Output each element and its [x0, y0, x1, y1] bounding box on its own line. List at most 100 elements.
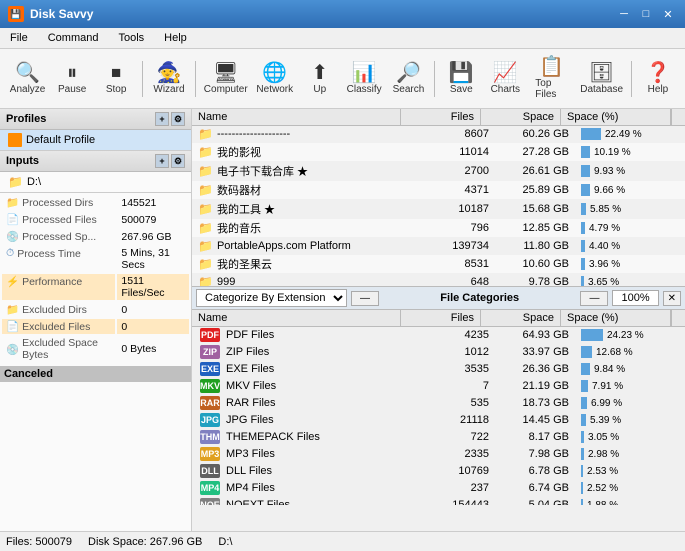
cat-label: DLL Files: [226, 465, 272, 477]
col-header-space[interactable]: Space: [481, 109, 561, 125]
status-row-exspace: 💿 Excluded Space Bytes 0 Bytes: [2, 336, 189, 362]
cat-col-pct[interactable]: Space (%): [561, 310, 671, 326]
cat-row[interactable]: MP4 MP4 Files 237 6.74 GB 2.52 %: [192, 480, 685, 497]
cat-row[interactable]: NOE NOEXT Files 154443 5.04 GB 1.88 %: [192, 497, 685, 505]
network-icon: 🌐: [262, 63, 287, 83]
file-row[interactable]: 📁 999 648 9.78 GB 3.65 %: [192, 274, 685, 286]
pct-text: 22.49 %: [605, 129, 642, 140]
cat-label: NOEXT Files: [226, 499, 290, 505]
category-list[interactable]: Name Files Space Space (%) PDF PDF Files…: [192, 310, 685, 505]
app-title: Disk Savvy: [30, 7, 93, 21]
folder-icon: 📁: [198, 202, 213, 216]
folder-icon: 📁: [198, 127, 213, 141]
menu-help[interactable]: Help: [158, 30, 193, 46]
file-list-rows[interactable]: 📁 -------------------- 8607 60.26 GB 22.…: [192, 126, 685, 286]
file-row[interactable]: 📁 PortableApps.com Platform 139734 11.80…: [192, 238, 685, 255]
inputs-add-icon[interactable]: +: [155, 154, 169, 168]
col-header-pct[interactable]: Space (%): [561, 109, 671, 125]
status-files-label: Processed Files: [22, 214, 97, 226]
analyze-icon: 🔍: [15, 63, 40, 83]
cat-col-files[interactable]: Files: [401, 310, 481, 326]
profiles-actions[interactable]: + ⚙: [155, 112, 185, 126]
file-row[interactable]: 📁 -------------------- 8607 60.26 GB 22.…: [192, 126, 685, 143]
menu-tools[interactable]: Tools: [112, 30, 150, 46]
file-row[interactable]: 📁 我的影视 11014 27.28 GB 10.19 %: [192, 143, 685, 162]
cat-col-space[interactable]: Space: [481, 310, 561, 326]
up-button[interactable]: ⬆ Up: [299, 59, 341, 99]
cat-label: THEMEPACK Files: [226, 431, 320, 443]
cat-row[interactable]: ZIP ZIP Files 1012 33.97 GB 12.68 %: [192, 344, 685, 361]
computer-button[interactable]: 🖥 Computer: [201, 59, 251, 99]
database-button[interactable]: 🗄 Database: [577, 59, 626, 99]
cat-label: RAR Files: [226, 397, 276, 409]
cat-pct-text: 3.05 %: [588, 432, 619, 443]
col-header-files[interactable]: Files: [401, 109, 481, 125]
input-drive[interactable]: 📁 D:\: [0, 172, 191, 192]
cat-row[interactable]: MKV MKV Files 7 21.19 GB 7.91 %: [192, 378, 685, 395]
save-label: Save: [450, 84, 473, 95]
profile-default[interactable]: Default Profile: [0, 130, 191, 150]
computer-icon: 🖥: [213, 63, 238, 83]
wizard-button[interactable]: 🧙 Wizard: [148, 59, 190, 99]
col-header-name[interactable]: Name: [192, 109, 401, 125]
category-select[interactable]: Categorize By Extension: [196, 289, 347, 307]
cat-row[interactable]: PDF PDF Files 4235 64.93 GB 24.23 %: [192, 327, 685, 344]
status-exdirs-value: 0: [117, 302, 189, 317]
category-minus-btn[interactable]: —: [351, 291, 379, 306]
category-toolbar: Categorize By Extension — File Categorie…: [192, 286, 685, 310]
inputs-settings-icon[interactable]: ⚙: [171, 154, 185, 168]
file-row[interactable]: 📁 数码器材 4371 25.89 GB 9.66 %: [192, 181, 685, 200]
close-button[interactable]: ✕: [659, 5, 677, 23]
file-row[interactable]: 📁 我的工具 ★ 10187 15.68 GB 5.85 %: [192, 200, 685, 219]
menu-file[interactable]: File: [4, 30, 34, 46]
folder-icon: 📁: [198, 239, 213, 253]
cat-row[interactable]: THM THEMEPACK Files 722 8.17 GB 3.05 %: [192, 429, 685, 446]
cat-files: 1012: [415, 345, 495, 359]
cat-col-name[interactable]: Name: [192, 310, 401, 326]
network-button[interactable]: 🌐 Network: [253, 59, 297, 99]
inputs-actions[interactable]: + ⚙: [155, 154, 185, 168]
folder-icon: 📁: [198, 145, 213, 159]
menu-command[interactable]: Command: [42, 30, 105, 46]
cat-row[interactable]: EXE EXE Files 3535 26.36 GB 9.84 %: [192, 361, 685, 378]
cat-pct-bar: [581, 499, 583, 505]
category-minus2-btn[interactable]: —: [580, 291, 608, 306]
minimize-button[interactable]: ─: [615, 5, 633, 23]
cat-pct-bar: [581, 431, 584, 443]
cat-pct-text: 2.53 %: [587, 466, 618, 477]
cat-row[interactable]: RAR RAR Files 535 18.73 GB 6.99 %: [192, 395, 685, 412]
topfiles-button[interactable]: 📋 Top Files: [528, 53, 575, 104]
cat-files: 3535: [415, 362, 495, 376]
cat-files: 2335: [415, 447, 495, 461]
file-name: 我的圣果云: [217, 256, 272, 272]
toolbar: 🔍 Analyze ⏸ Pause ⏹ Stop 🧙 Wizard 🖥 Comp…: [0, 49, 685, 109]
stop-label: Stop: [106, 84, 127, 95]
classify-button[interactable]: 📊 Classify: [343, 59, 386, 99]
file-row[interactable]: 📁 我的音乐 796 12.85 GB 4.79 %: [192, 219, 685, 238]
cat-row[interactable]: MP3 MP3 Files 2335 7.98 GB 2.98 %: [192, 446, 685, 463]
file-files: 8607: [415, 127, 495, 141]
pct-bar: [581, 240, 585, 252]
save-button[interactable]: 💾 Save: [440, 59, 482, 99]
search-button[interactable]: 🔎 Search: [387, 59, 429, 99]
file-row[interactable]: 📁 电子书下载合库 ★ 2700 26.61 GB 9.93 %: [192, 162, 685, 181]
pct-text: 4.40 %: [589, 241, 620, 252]
file-files: 139734: [415, 239, 495, 253]
status-space-value: 267.96 GB: [117, 229, 189, 244]
cat-pct: 2.53 %: [575, 464, 685, 478]
file-row[interactable]: 📁 我的圣果云 8531 10.60 GB 3.96 %: [192, 255, 685, 274]
stop-button[interactable]: ⏹ Stop: [95, 59, 137, 99]
pause-button[interactable]: ⏸ Pause: [51, 59, 93, 99]
help-button[interactable]: ❓ Help: [637, 59, 679, 99]
category-close-btn[interactable]: ✕: [663, 291, 681, 306]
cat-row[interactable]: JPG JPG Files 21118 14.45 GB 5.39 %: [192, 412, 685, 429]
analyze-button[interactable]: 🔍 Analyze: [6, 59, 49, 99]
file-space: 9.78 GB: [495, 275, 575, 286]
charts-button[interactable]: 📈 Charts: [484, 59, 526, 99]
maximize-button[interactable]: □: [637, 5, 655, 23]
cat-row[interactable]: DLL DLL Files 10769 6.78 GB 2.53 %: [192, 463, 685, 480]
title-controls[interactable]: ─ □ ✕: [615, 5, 677, 23]
file-name: 999: [217, 276, 235, 286]
profiles-add-icon[interactable]: +: [155, 112, 169, 126]
profiles-settings-icon[interactable]: ⚙: [171, 112, 185, 126]
